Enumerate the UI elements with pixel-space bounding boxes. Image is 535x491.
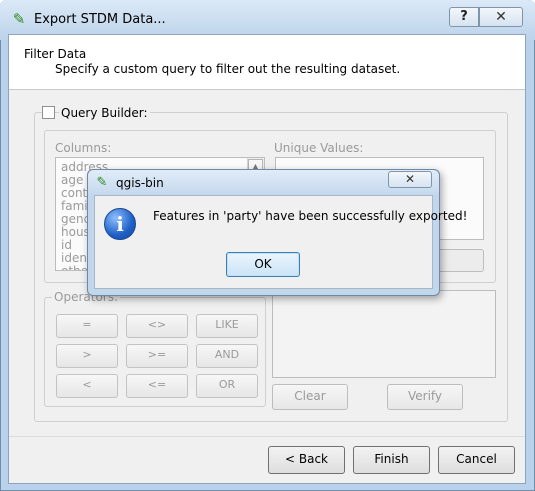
operator-and-button[interactable]: AND [196, 344, 258, 368]
query-builder-label: Query Builder: [59, 106, 150, 120]
operator-or-button[interactable]: OR [196, 374, 258, 398]
message-box-title: qgis-bin [116, 176, 164, 190]
sql-expression-box[interactable] [272, 290, 496, 378]
operator-greater-button[interactable]: > [56, 344, 118, 368]
query-builder-checkbox[interactable] [42, 106, 55, 119]
operator-less-equal-button[interactable]: <= [126, 374, 188, 398]
verify-button[interactable]: Verify [387, 384, 463, 410]
message-text: Features in 'party' have been successful… [153, 209, 468, 223]
ok-button[interactable]: OK [226, 252, 300, 277]
help-button[interactable]: ? [449, 7, 479, 27]
clear-button[interactable]: Clear [272, 384, 348, 410]
cancel-button[interactable]: Cancel [438, 446, 515, 474]
page-title: Filter Data [24, 47, 87, 61]
operator-less-button[interactable]: < [56, 374, 118, 398]
window-title: Export STDM Data... [34, 12, 166, 27]
finish-button[interactable]: Finish [353, 446, 430, 474]
message-box-close-button[interactable]: ✕ [388, 171, 432, 188]
back-button[interactable]: < Back [268, 446, 345, 474]
bottom-divider [9, 436, 525, 437]
operator-equals-button[interactable]: = [56, 314, 118, 338]
operator-greater-equal-button[interactable]: >= [126, 344, 188, 368]
page-subtitle: Specify a custom query to filter out the… [55, 62, 401, 76]
qgis-app-icon: ✎ [96, 175, 108, 190]
info-icon: i [104, 208, 136, 240]
qgis-app-icon: ✎ [12, 10, 26, 28]
unique-values-label: Unique Values: [274, 141, 364, 155]
operator-not-equal-button[interactable]: <> [126, 314, 188, 338]
columns-label: Columns: [55, 141, 112, 155]
window-close-button[interactable]: ✕ [479, 7, 523, 27]
operator-like-button[interactable]: LIKE [196, 314, 258, 338]
